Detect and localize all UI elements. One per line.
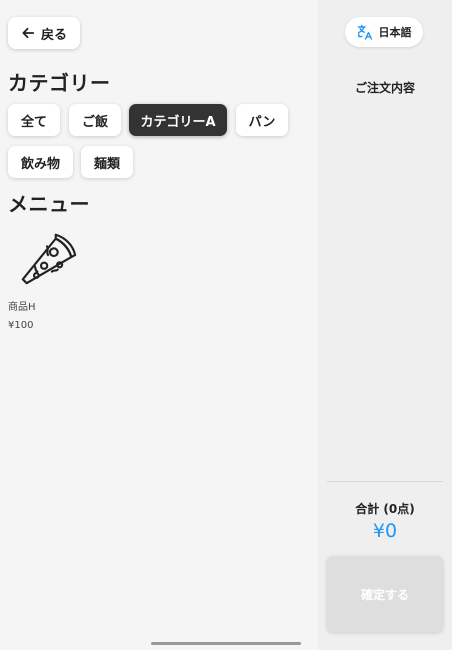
menu-item-price: ¥100 [8,320,34,331]
total-label: 合計 (0点) [355,502,415,516]
category-chip-drinks[interactable]: 飲み物 [8,146,73,178]
back-button[interactable]: 戻る [8,17,80,49]
language-label: 日本語 [378,26,412,39]
category-chip-noodles[interactable]: 麺類 [81,146,133,178]
pizza-icon [8,226,88,290]
category-chip-bread[interactable]: パン [236,104,288,136]
menu-item[interactable]: 商品H ¥100 [8,226,88,331]
divider [327,481,443,482]
menu-heading: メニュー [8,192,90,216]
translate-icon [357,24,372,40]
category-chip-all[interactable]: 全て [8,104,60,136]
order-sidebar: 日本語 ご注文内容 合計 (0点) ¥0 確定する [318,0,452,650]
arrow-left-icon [22,27,35,39]
back-label: 戻る [40,27,67,43]
confirm-button[interactable]: 確定する [327,556,443,632]
category-chip-rice[interactable]: ご飯 [69,104,121,136]
total-amount: ¥0 [372,520,398,542]
categories-heading: カテゴリー [8,71,111,95]
category-chip-category-a[interactable]: カテゴリーA [129,104,227,136]
home-indicator[interactable] [151,642,301,645]
language-button[interactable]: 日本語 [345,17,423,47]
order-summary-title: ご注文内容 [354,81,415,95]
main-panel: 戻る カテゴリー 全て ご飯 カテゴリーA パン 飲み物 麺類 メニュー 商品H… [0,0,318,650]
menu-item-name: 商品H [8,302,36,313]
